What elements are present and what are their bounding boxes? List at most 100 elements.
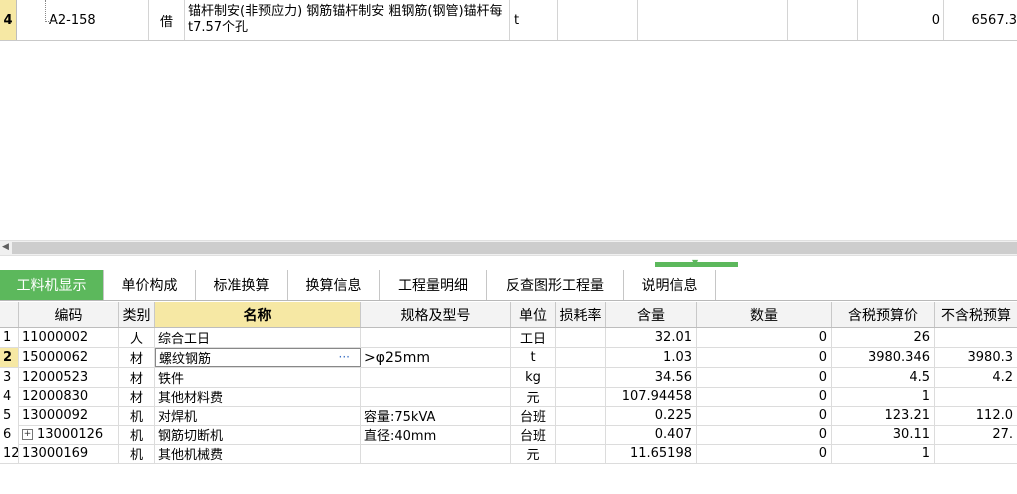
- quota-type[interactable]: 借: [149, 0, 185, 40]
- row-number[interactable]: 4: [0, 387, 19, 406]
- cell-code[interactable]: + 13000126: [19, 425, 119, 444]
- cell-spec[interactable]: [361, 368, 511, 387]
- quota-name[interactable]: 锚杆制安(非预应力) 钢筋锚杆制安 粗钢筋(钢管)锚杆每t7.57个孔: [185, 0, 510, 40]
- quota-value2[interactable]: 6567.3: [944, 0, 1017, 40]
- row-number[interactable]: 3: [0, 368, 19, 387]
- table-row[interactable]: 5 13000092 机 对焊机 容量:75kVA 台班 0.225 0 123…: [0, 406, 1017, 426]
- cell-price-notax[interactable]: [935, 387, 1017, 406]
- cell-name[interactable]: 钢筋切断机: [155, 425, 361, 444]
- cell-name[interactable]: 其他材料费: [155, 387, 361, 406]
- table-row[interactable]: 1 11000002 人 综合工日 工日 32.01 0 26: [0, 328, 1017, 348]
- cell-spec[interactable]: [361, 444, 511, 463]
- tab-conversion-info[interactable]: 换算信息: [288, 270, 380, 300]
- header-price-tax[interactable]: 含税预算价: [832, 302, 935, 327]
- header-code[interactable]: 编码: [19, 302, 119, 327]
- cell-spec[interactable]: [361, 387, 511, 406]
- cell-loss[interactable]: [556, 368, 606, 387]
- cell-quantity[interactable]: 0: [697, 444, 832, 463]
- tab-unit-price[interactable]: 单价构成: [104, 270, 196, 300]
- quota-empty-cell[interactable]: [638, 0, 788, 40]
- cell-price-tax[interactable]: 1: [832, 387, 935, 406]
- cell-price-tax[interactable]: 123.21: [832, 406, 935, 425]
- cell-quantity[interactable]: 0: [697, 406, 832, 425]
- cell-type[interactable]: 机: [119, 444, 155, 463]
- cell-unit[interactable]: 台班: [511, 406, 556, 425]
- tab-standard-conversion[interactable]: 标准换算: [196, 270, 288, 300]
- header-content[interactable]: 含量: [606, 302, 697, 327]
- row-number[interactable]: 12: [0, 444, 19, 463]
- cell-unit[interactable]: 台班: [511, 425, 556, 444]
- row-number[interactable]: 5: [0, 406, 19, 425]
- cell-name[interactable]: 综合工日: [155, 328, 361, 347]
- table-row[interactable]: 6 + 13000126 机 钢筋切断机 直径:40mm 台班 0.407 0 …: [0, 425, 1017, 445]
- cell-type[interactable]: 机: [119, 406, 155, 425]
- cell-name[interactable]: 对焊机: [155, 406, 361, 425]
- header-loss-rate[interactable]: 损耗率: [556, 302, 606, 327]
- tab-graphic-quantity[interactable]: 反查图形工程量: [487, 270, 624, 300]
- row-number[interactable]: 6: [0, 425, 19, 444]
- quota-empty-cell[interactable]: [558, 0, 638, 40]
- cell-code[interactable]: 15000062: [19, 348, 119, 367]
- chevron-down-icon[interactable]: ▼: [692, 258, 698, 267]
- cell-content[interactable]: 11.65198: [606, 444, 697, 463]
- cell-spec[interactable]: >φ25mm: [361, 348, 511, 367]
- cell-code[interactable]: 12000523: [19, 368, 119, 387]
- cell-content[interactable]: 0.225: [606, 406, 697, 425]
- header-quantity[interactable]: 数量: [697, 302, 832, 327]
- cell-code[interactable]: 11000002: [19, 328, 119, 347]
- header-type[interactable]: 类别: [119, 302, 155, 327]
- cell-content[interactable]: 34.56: [606, 368, 697, 387]
- cell-content[interactable]: 32.01: [606, 328, 697, 347]
- tab-material-display[interactable]: 工料机显示: [0, 270, 104, 300]
- cell-type[interactable]: 材: [119, 368, 155, 387]
- quota-value1[interactable]: 0: [858, 0, 944, 40]
- header-name[interactable]: 名称: [155, 302, 361, 327]
- cell-price-tax[interactable]: 3980.346: [832, 348, 935, 367]
- cell-price-notax[interactable]: [935, 328, 1017, 347]
- table-row[interactable]: 4 12000830 材 其他材料费 元 107.94458 0 1: [0, 387, 1017, 407]
- cell-loss[interactable]: [556, 387, 606, 406]
- cell-price-tax[interactable]: 4.5: [832, 368, 935, 387]
- cell-code[interactable]: 13000092: [19, 406, 119, 425]
- quota-row-number[interactable]: 4: [0, 0, 17, 40]
- cell-price-tax[interactable]: 1: [832, 444, 935, 463]
- cell-quantity[interactable]: 0: [697, 368, 832, 387]
- cell-loss[interactable]: [556, 406, 606, 425]
- cell-unit[interactable]: t: [511, 348, 556, 367]
- cell-type[interactable]: 机: [119, 425, 155, 444]
- cell-price-notax[interactable]: [935, 444, 1017, 463]
- cell-type[interactable]: 人: [119, 328, 155, 347]
- cell-name[interactable]: 其他机械费: [155, 444, 361, 463]
- horizontal-scrollbar[interactable]: ◀: [0, 240, 1017, 256]
- scrollbar-thumb[interactable]: [12, 242, 1017, 254]
- cell-code[interactable]: 12000830: [19, 387, 119, 406]
- cell-name[interactable]: 铁件: [155, 368, 361, 387]
- cell-quantity[interactable]: 0: [697, 425, 832, 444]
- cell-content[interactable]: 0.407: [606, 425, 697, 444]
- cell-loss[interactable]: [556, 425, 606, 444]
- cell-price-tax[interactable]: 30.11: [832, 425, 935, 444]
- cell-type[interactable]: 材: [119, 387, 155, 406]
- cell-quantity[interactable]: 0: [697, 387, 832, 406]
- cell-spec[interactable]: [361, 328, 511, 347]
- scroll-left-icon[interactable]: ◀: [2, 242, 9, 252]
- tab-quantity-detail[interactable]: 工程量明细: [380, 270, 487, 300]
- row-number[interactable]: 1: [0, 328, 19, 347]
- quota-empty-cell[interactable]: [788, 0, 858, 40]
- cell-code[interactable]: 13000169: [19, 444, 119, 463]
- cell-loss[interactable]: [556, 328, 606, 347]
- quota-code-cell[interactable]: A2-158: [17, 0, 149, 40]
- cell-price-notax[interactable]: 4.2: [935, 368, 1017, 387]
- row-number[interactable]: 2: [0, 348, 19, 367]
- cell-price-notax[interactable]: 3980.3: [935, 348, 1017, 367]
- cell-price-notax[interactable]: 112.0: [935, 406, 1017, 425]
- cell-spec[interactable]: 直径:40mm: [361, 425, 511, 444]
- cell-content[interactable]: 1.03: [606, 348, 697, 367]
- cell-price-tax[interactable]: 26: [832, 328, 935, 347]
- cell-loss[interactable]: [556, 348, 606, 367]
- more-options-icon[interactable]: ···: [339, 350, 350, 364]
- cell-unit[interactable]: 元: [511, 387, 556, 406]
- cell-content[interactable]: 107.94458: [606, 387, 697, 406]
- header-unit[interactable]: 单位: [511, 302, 556, 327]
- cell-price-notax[interactable]: 27.: [935, 425, 1017, 444]
